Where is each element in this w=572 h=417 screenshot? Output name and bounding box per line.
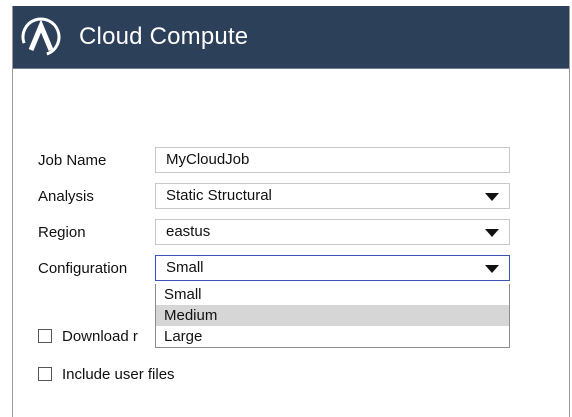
- configuration-select[interactable]: Small: [155, 255, 510, 281]
- title-bar: Cloud Compute: [13, 6, 569, 69]
- include-user-files-row[interactable]: Include user files: [38, 366, 175, 383]
- analysis-label: Analysis: [38, 188, 94, 205]
- job-name-input[interactable]: MyCloudJob: [155, 147, 510, 173]
- configuration-value: Small: [166, 259, 204, 276]
- chevron-down-icon: [485, 229, 499, 237]
- download-checkbox-label: Download r: [62, 328, 138, 345]
- region-label: Region: [38, 224, 86, 241]
- window-title: Cloud Compute: [79, 23, 249, 50]
- chevron-down-icon: [485, 193, 499, 201]
- dropdown-option-large[interactable]: Large: [156, 326, 509, 347]
- analysis-value: Static Structural: [166, 187, 272, 204]
- analysis-select[interactable]: Static Structural: [155, 183, 510, 209]
- region-value: eastus: [166, 223, 211, 240]
- include-user-files-label: Include user files: [62, 366, 175, 383]
- download-checkbox-row[interactable]: Download r: [38, 328, 138, 345]
- download-checkbox[interactable]: [38, 329, 52, 343]
- ansys-logo-icon: [21, 17, 61, 57]
- dropdown-option-medium[interactable]: Medium: [156, 305, 509, 326]
- configuration-label: Configuration: [38, 260, 128, 277]
- configuration-dropdown-list: Small Medium Large: [155, 284, 510, 348]
- cloud-compute-dialog: Cloud Compute Job Name MyCloudJob Analys…: [12, 6, 570, 417]
- include-user-files-checkbox[interactable]: [38, 367, 52, 381]
- dropdown-option-small[interactable]: Small: [156, 284, 509, 305]
- chevron-down-icon: [485, 265, 499, 273]
- region-select[interactable]: eastus: [155, 219, 510, 245]
- job-name-label: Job Name: [38, 152, 107, 169]
